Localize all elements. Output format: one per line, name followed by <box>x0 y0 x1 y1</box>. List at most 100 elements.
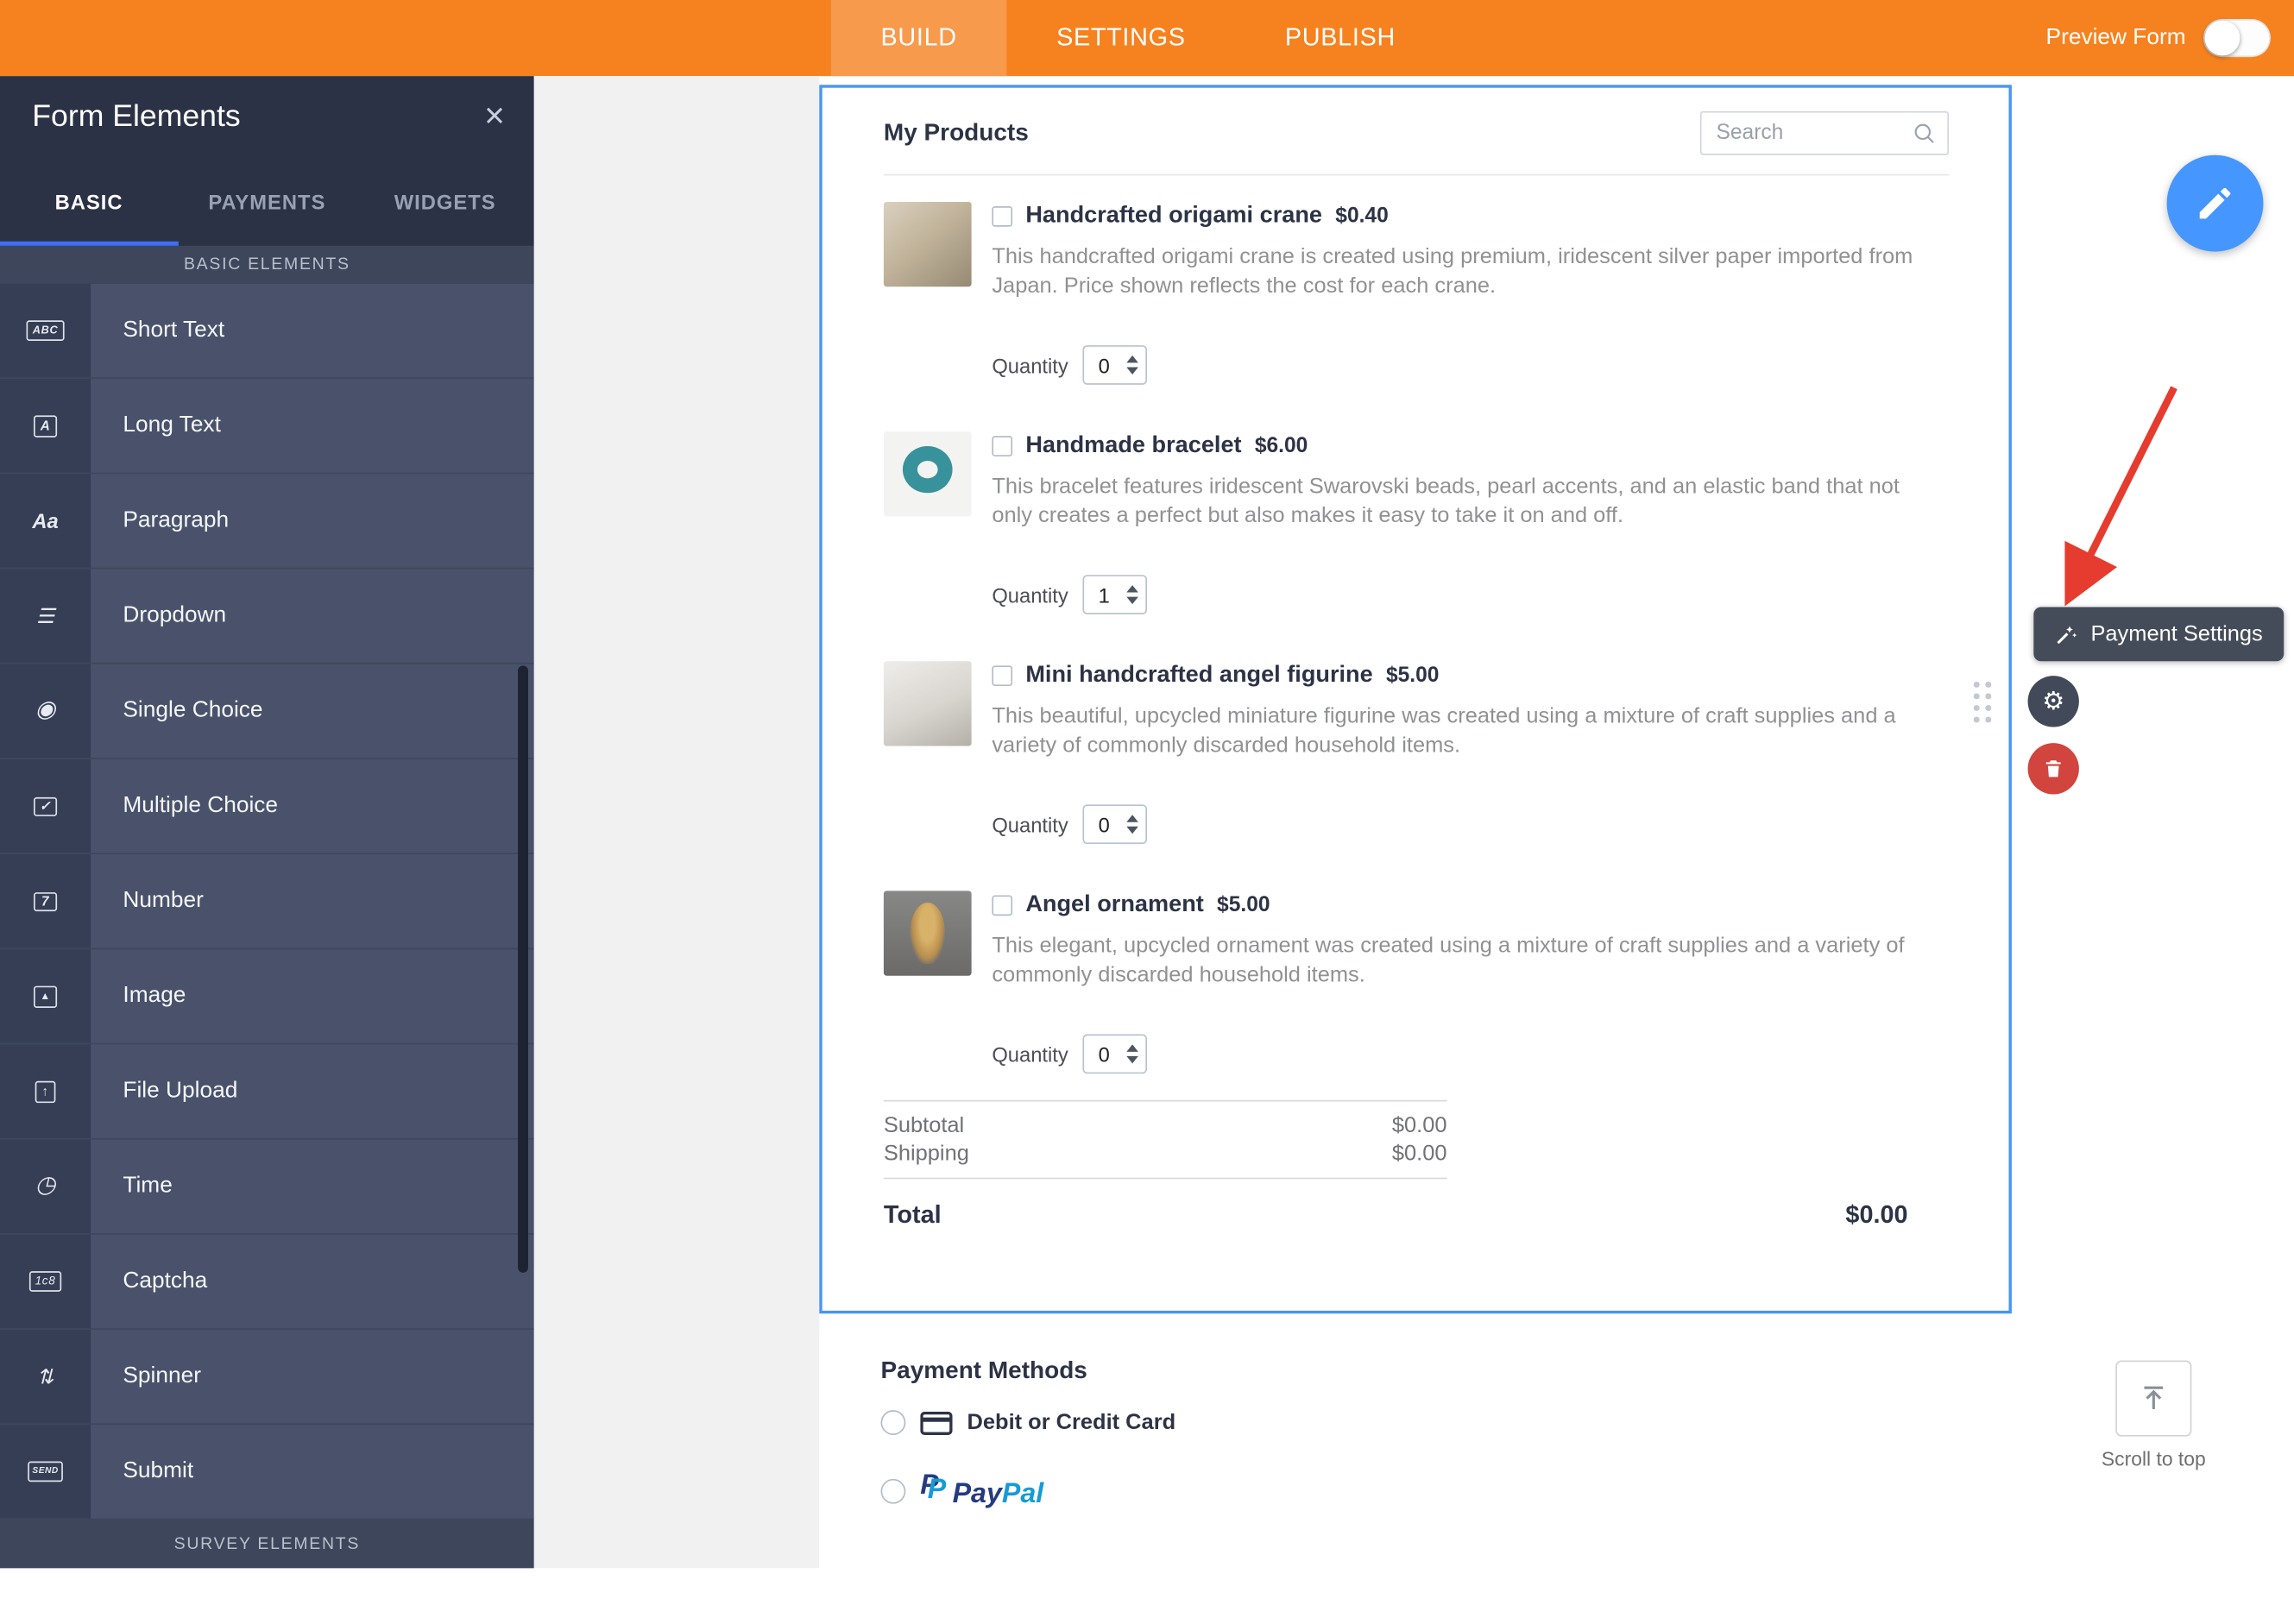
section-basic-elements: BASIC ELEMENTS <box>0 245 534 284</box>
delete-field-button[interactable] <box>2027 743 2079 795</box>
header-tabs: BUILD SETTINGS PUBLISH <box>830 0 1446 77</box>
tab-build[interactable]: BUILD <box>830 0 1007 77</box>
subtotal-label: Subtotal <box>883 1113 965 1138</box>
quantity-label: Quantity <box>992 812 1068 836</box>
multiple-choice-icon: ✓ <box>0 758 91 853</box>
quantity-stepper[interactable]: 0 <box>1082 804 1148 845</box>
tab-basic[interactable]: BASIC <box>0 158 178 246</box>
drag-handle[interactable] <box>1973 681 1991 722</box>
subtotal-value: $0.00 <box>1391 1113 1447 1138</box>
product-image-figurine <box>883 661 972 746</box>
total-row: Total $0.00 <box>884 1201 1908 1231</box>
product-checkbox[interactable] <box>992 895 1013 916</box>
panel-header: Form Elements × <box>0 76 534 158</box>
single-choice-icon: ◉ <box>0 664 91 758</box>
product-description: This bracelet features iridescent Swarov… <box>992 474 1900 528</box>
product-row: Angel ornament $5.00 This elegant, upcyc… <box>883 891 1949 1074</box>
file-upload-icon: ↑ <box>0 1044 91 1138</box>
time-icon: ◷ <box>0 1139 91 1234</box>
arrow-up-icon <box>2144 1386 2164 1410</box>
radio-credit-card[interactable] <box>880 1410 906 1435</box>
product-price: $6.00 <box>1254 434 1308 458</box>
spinner-icon: ⇅ <box>0 1329 91 1424</box>
stepper-arrows-icon[interactable] <box>1124 355 1141 375</box>
submit-icon: SEND <box>0 1425 91 1519</box>
paint-pencil-icon <box>2199 187 2231 219</box>
captcha-icon: 1c8 <box>0 1234 91 1329</box>
product-search <box>1699 110 1950 155</box>
quantity-stepper[interactable]: 0 <box>1082 345 1148 385</box>
product-price: $5.00 <box>1385 664 1440 688</box>
totals-table: Subtotal $0.00 Shipping $0.00 <box>883 1099 1447 1180</box>
stepper-arrows-icon[interactable] <box>1124 815 1141 834</box>
sidebar-item-dropdown[interactable]: ☰ Dropdown <box>0 569 534 664</box>
form-elements-panel: Form Elements × BASIC PAYMENTS WIDGETS B… <box>0 76 534 1569</box>
sidebar-item-submit[interactable]: SEND Submit <box>0 1425 534 1520</box>
product-description: This elegant, upcycled ornament was crea… <box>992 933 1905 988</box>
payment-option-card[interactable]: Debit or Credit Card <box>880 1410 2012 1435</box>
paypal-mark-icon <box>920 1470 949 1507</box>
payment-settings-button[interactable]: Payment Settings <box>2033 607 2284 662</box>
tab-widgets[interactable]: WIDGETS <box>356 158 534 246</box>
product-description: This handcrafted origami crane is create… <box>992 244 1913 299</box>
search-icon <box>1914 123 1934 143</box>
number-icon: 7 <box>0 853 91 948</box>
search-input[interactable] <box>1713 120 1913 147</box>
tab-settings[interactable]: SETTINGS <box>1006 0 1235 76</box>
panel-tabs: BASIC PAYMENTS WIDGETS <box>0 158 534 246</box>
gear-icon: ⚙ <box>2042 686 2065 715</box>
sidebar-item-file-upload[interactable]: ↑ File Upload <box>0 1044 534 1140</box>
scroll-to-top-button[interactable]: Scroll to top <box>2066 1360 2241 1470</box>
trash-icon <box>2045 760 2061 777</box>
paypal-logo: PayPal <box>920 1470 1043 1511</box>
product-image-bracelet <box>883 431 972 517</box>
payment-option-paypal[interactable]: PayPal <box>880 1470 2012 1511</box>
product-description: This beautiful, upcycled miniature figur… <box>992 703 1896 758</box>
product-row: Handmade bracelet $6.00 This bracelet fe… <box>883 431 1949 614</box>
product-checkbox[interactable] <box>992 436 1013 456</box>
quantity-label: Quantity <box>992 1042 1068 1066</box>
section-survey-elements: SURVEY ELEMENTS <box>0 1520 534 1569</box>
quantity-stepper[interactable]: 1 <box>1082 575 1148 614</box>
long-text-icon: A <box>0 379 91 473</box>
product-checkbox[interactable] <box>992 665 1013 687</box>
workspace-gutter <box>533 76 820 1569</box>
total-label: Total <box>883 1200 942 1229</box>
product-price: $0.40 <box>1335 205 1389 229</box>
paragraph-icon: Aa <box>0 474 91 568</box>
sidebar-item-time[interactable]: ◷ Time <box>0 1139 534 1235</box>
divider <box>883 173 1950 176</box>
quantity-label: Quantity <box>992 582 1068 607</box>
radio-paypal[interactable] <box>880 1477 906 1503</box>
sidebar-item-long-text[interactable]: A Long Text <box>0 379 534 475</box>
tab-publish[interactable]: PUBLISH <box>1235 0 1445 76</box>
panel-title: Form Elements <box>32 99 241 134</box>
form-designer-button[interactable] <box>2166 154 2264 252</box>
sidebar-item-multiple-choice[interactable]: ✓ Multiple Choice <box>0 758 534 854</box>
payment-methods-field[interactable]: Payment Methods Debit or Credit Card Pay… <box>819 1331 2012 1624</box>
preview-form-toggle[interactable] <box>2203 19 2271 58</box>
top-header-bar: BUILD SETTINGS PUBLISH Preview Form <box>0 0 2294 77</box>
sidebar-item-number[interactable]: 7 Number <box>0 853 534 950</box>
dropdown-icon: ☰ <box>0 569 91 663</box>
product-checkbox[interactable] <box>992 206 1013 227</box>
sidebar-item-image[interactable]: ▲ Image <box>0 949 534 1045</box>
field-settings-button[interactable]: ⚙ <box>2027 676 2079 727</box>
sidebar-item-single-choice[interactable]: ◉ Single Choice <box>0 664 534 759</box>
quantity-stepper[interactable]: 0 <box>1082 1034 1148 1074</box>
products-field[interactable]: My Products Handcra <box>819 85 2012 1314</box>
total-value: $0.00 <box>1845 1200 1908 1229</box>
stepper-arrows-icon[interactable] <box>1124 585 1141 605</box>
sidebar-item-short-text[interactable]: ABC Short Text <box>0 283 534 380</box>
shipping-value: $0.00 <box>1391 1141 1447 1167</box>
stepper-arrows-icon[interactable] <box>1124 1044 1141 1064</box>
sidebar-item-paragraph[interactable]: Aa Paragraph <box>0 474 534 570</box>
product-row: Handcrafted origami crane $0.40 This han… <box>883 201 1949 385</box>
payment-methods-title: Payment Methods <box>880 1357 1087 1384</box>
tab-payments[interactable]: PAYMENTS <box>178 158 356 246</box>
close-icon[interactable]: × <box>484 98 505 135</box>
sidebar-item-spinner[interactable]: ⇅ Spinner <box>0 1329 534 1426</box>
sidebar-scrollbar[interactable] <box>518 665 528 1273</box>
image-icon: ▲ <box>0 949 91 1043</box>
sidebar-item-captcha[interactable]: 1c8 Captcha <box>0 1234 534 1330</box>
